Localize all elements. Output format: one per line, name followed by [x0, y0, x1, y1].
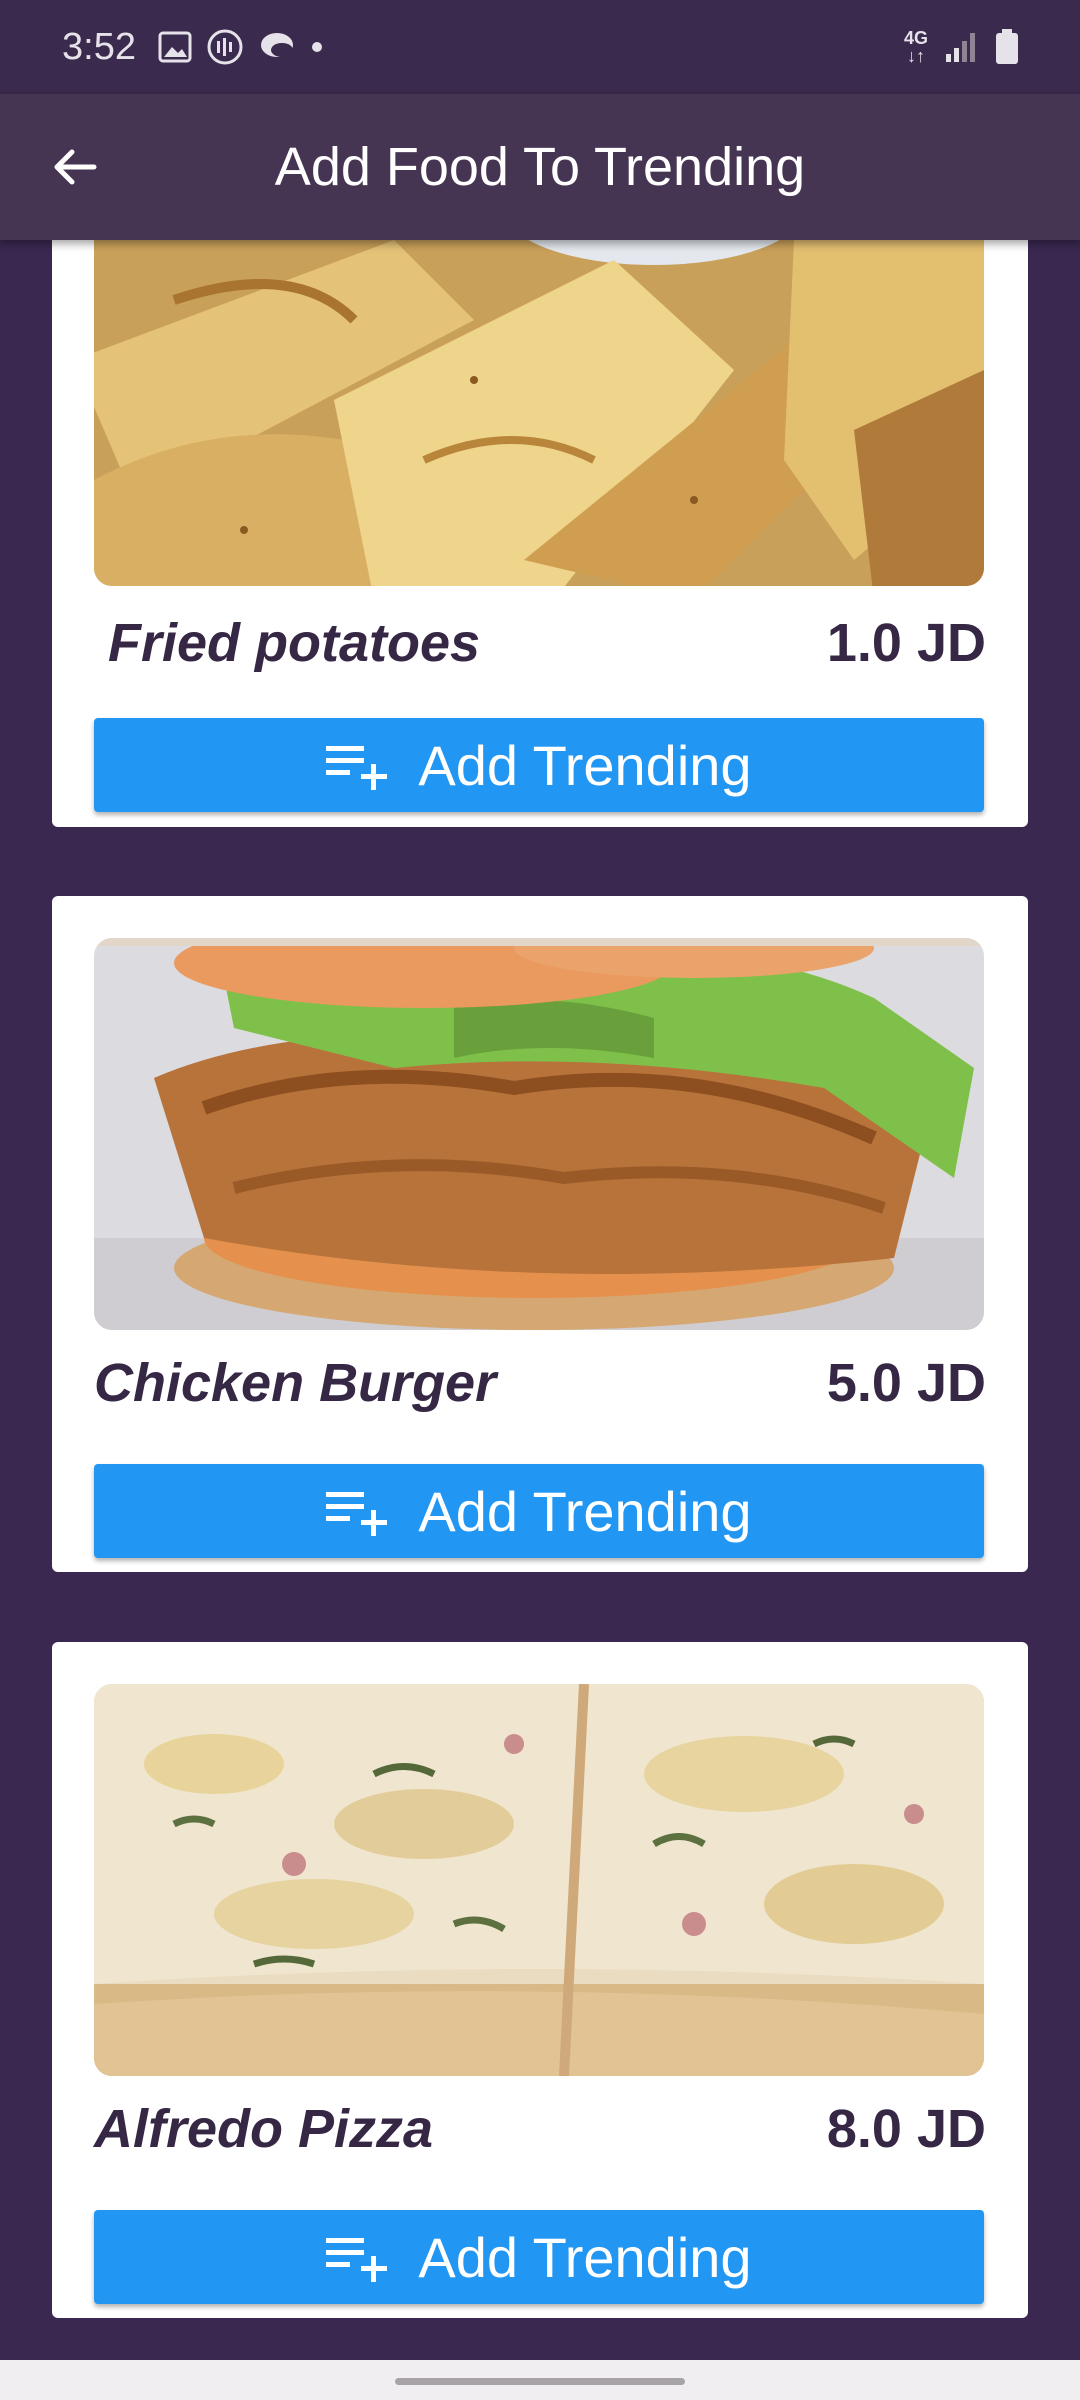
- add-trending-button[interactable]: Add Trending: [94, 718, 984, 812]
- add-trending-label: Add Trending: [418, 733, 752, 797]
- dot-icon: [311, 42, 322, 52]
- chat-bubble-icon: [260, 33, 293, 57]
- status-bar: 3:52 4G ↓↑: [0, 0, 1080, 94]
- add-trending-label: Add Trending: [418, 2225, 752, 2289]
- food-name: Alfredo Pizza: [94, 2099, 434, 2159]
- network-type: 4G ↓↑: [903, 28, 928, 66]
- fried-potatoes-image: [94, 240, 984, 586]
- food-card: Chicken Burger 5.0 JD Add Trending: [52, 896, 1028, 1572]
- food-list[interactable]: Fried potatoes 1.0 JD Add Trending Chick…: [0, 240, 1080, 2360]
- playlist-add-icon: [326, 746, 388, 790]
- battery-icon: [996, 29, 1018, 64]
- home-gesture-handle[interactable]: [395, 2378, 685, 2385]
- food-card: Fried potatoes 1.0 JD Add Trending: [52, 240, 1028, 827]
- notification-icons: [158, 28, 324, 66]
- signal-icon: [946, 33, 975, 62]
- gallery-icon: [158, 31, 192, 63]
- chicken-burger-image: [94, 938, 984, 1330]
- data-arrows-icon: ↓↑: [906, 46, 925, 66]
- audio-recorder-icon: [207, 29, 243, 65]
- food-card: Alfredo Pizza 8.0 JD Add Trending: [52, 1642, 1028, 2318]
- food-name: Chicken Burger: [94, 1353, 497, 1413]
- food-price: 8.0 JD: [826, 2099, 986, 2159]
- playlist-add-icon: [326, 2238, 388, 2282]
- add-trending-button[interactable]: Add Trending: [94, 2210, 984, 2304]
- playlist-add-icon: [326, 1492, 388, 1536]
- add-trending-label: Add Trending: [418, 1479, 752, 1543]
- food-price: 5.0 JD: [826, 1353, 986, 1413]
- food-price: 1.0 JD: [826, 613, 986, 673]
- system-status: 4G ↓↑: [904, 28, 1020, 66]
- navigation-bar: [0, 2360, 1080, 2400]
- add-trending-button[interactable]: Add Trending: [94, 1464, 984, 1558]
- page-title: Add Food To Trending: [274, 137, 806, 197]
- food-name: Fried potatoes: [108, 613, 481, 673]
- status-time: 3:52: [62, 25, 136, 68]
- app-bar: Add Food To Trending: [0, 94, 1080, 240]
- alfredo-pizza-image: [94, 1684, 984, 2076]
